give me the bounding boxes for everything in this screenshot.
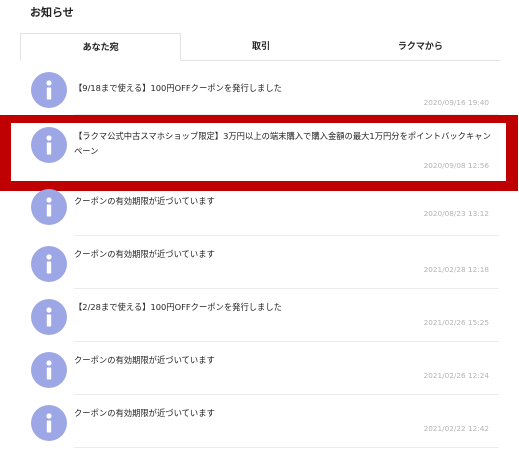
notification-message: クーポンの有効期限が近づいています	[74, 249, 215, 259]
notification-item[interactable]: 【2/28まで使える】100円OFFクーポンを発行しました 2021/02/26…	[0, 289, 519, 342]
divider	[74, 447, 499, 448]
notification-date: 2020/08/23 13:12	[423, 209, 489, 218]
info-icon	[31, 127, 67, 163]
info-icon	[31, 246, 67, 282]
notification-date: 2021/02/22 12:42	[423, 424, 489, 433]
notification-date: 2020/09/16 19:40	[423, 98, 489, 107]
notification-item[interactable]: 【9/18まで使える】100円OFFクーポンを発行しました 2020/09/16…	[0, 62, 519, 115]
notification-message: クーポンの有効期限が近づいています	[74, 196, 215, 206]
tab-bar: あなた宛 取引 ラクマから	[20, 32, 500, 61]
notification-message: 【ラクマ公式中古スマホショップ限定】3万円以上の端末購入で購入金額の最大1万円分…	[74, 131, 491, 156]
info-icon	[31, 72, 67, 108]
notification-message: 【9/18まで使える】100円OFFクーポンを発行しました	[74, 83, 282, 93]
notification-message: クーポンの有効期限が近づいています	[74, 408, 215, 418]
info-icon	[31, 299, 67, 335]
notification-list: 【9/18まで使える】100円OFFクーポンを発行しました 2020/09/16…	[0, 62, 519, 448]
notification-date: 2021/02/26 15:25	[423, 318, 489, 327]
info-icon	[31, 405, 67, 441]
notification-message: 【2/28まで使える】100円OFFクーポンを発行しました	[74, 302, 282, 312]
notification-date: 2020/09/08 12:56	[423, 161, 489, 170]
notification-item[interactable]: クーポンの有効期限が近づいています 2021/02/22 12:42	[0, 395, 519, 448]
info-icon	[31, 352, 67, 388]
info-icon	[31, 189, 67, 225]
tab-from-rakuma[interactable]: ラクマから	[341, 33, 500, 61]
notification-item[interactable]: クーポンの有効期限が近づいています 2020/08/23 13:12	[0, 182, 519, 236]
notification-date: 2021/02/26 12:24	[423, 371, 489, 380]
notification-item[interactable]: クーポンの有効期限が近づいています 2021/02/28 12:18	[0, 236, 519, 289]
tab-transactions[interactable]: 取引	[181, 33, 340, 61]
notification-date: 2021/02/28 12:18	[423, 265, 489, 274]
notification-message: クーポンの有効期限が近づいています	[74, 355, 215, 365]
page-title: お知らせ	[30, 6, 74, 19]
notification-item[interactable]: 【ラクマ公式中古スマホショップ限定】3万円以上の端末購入で購入金額の最大1万円分…	[0, 115, 519, 182]
notification-item[interactable]: クーポンの有効期限が近づいています 2021/02/26 12:24	[0, 342, 519, 395]
tab-to-you[interactable]: あなた宛	[20, 33, 182, 61]
